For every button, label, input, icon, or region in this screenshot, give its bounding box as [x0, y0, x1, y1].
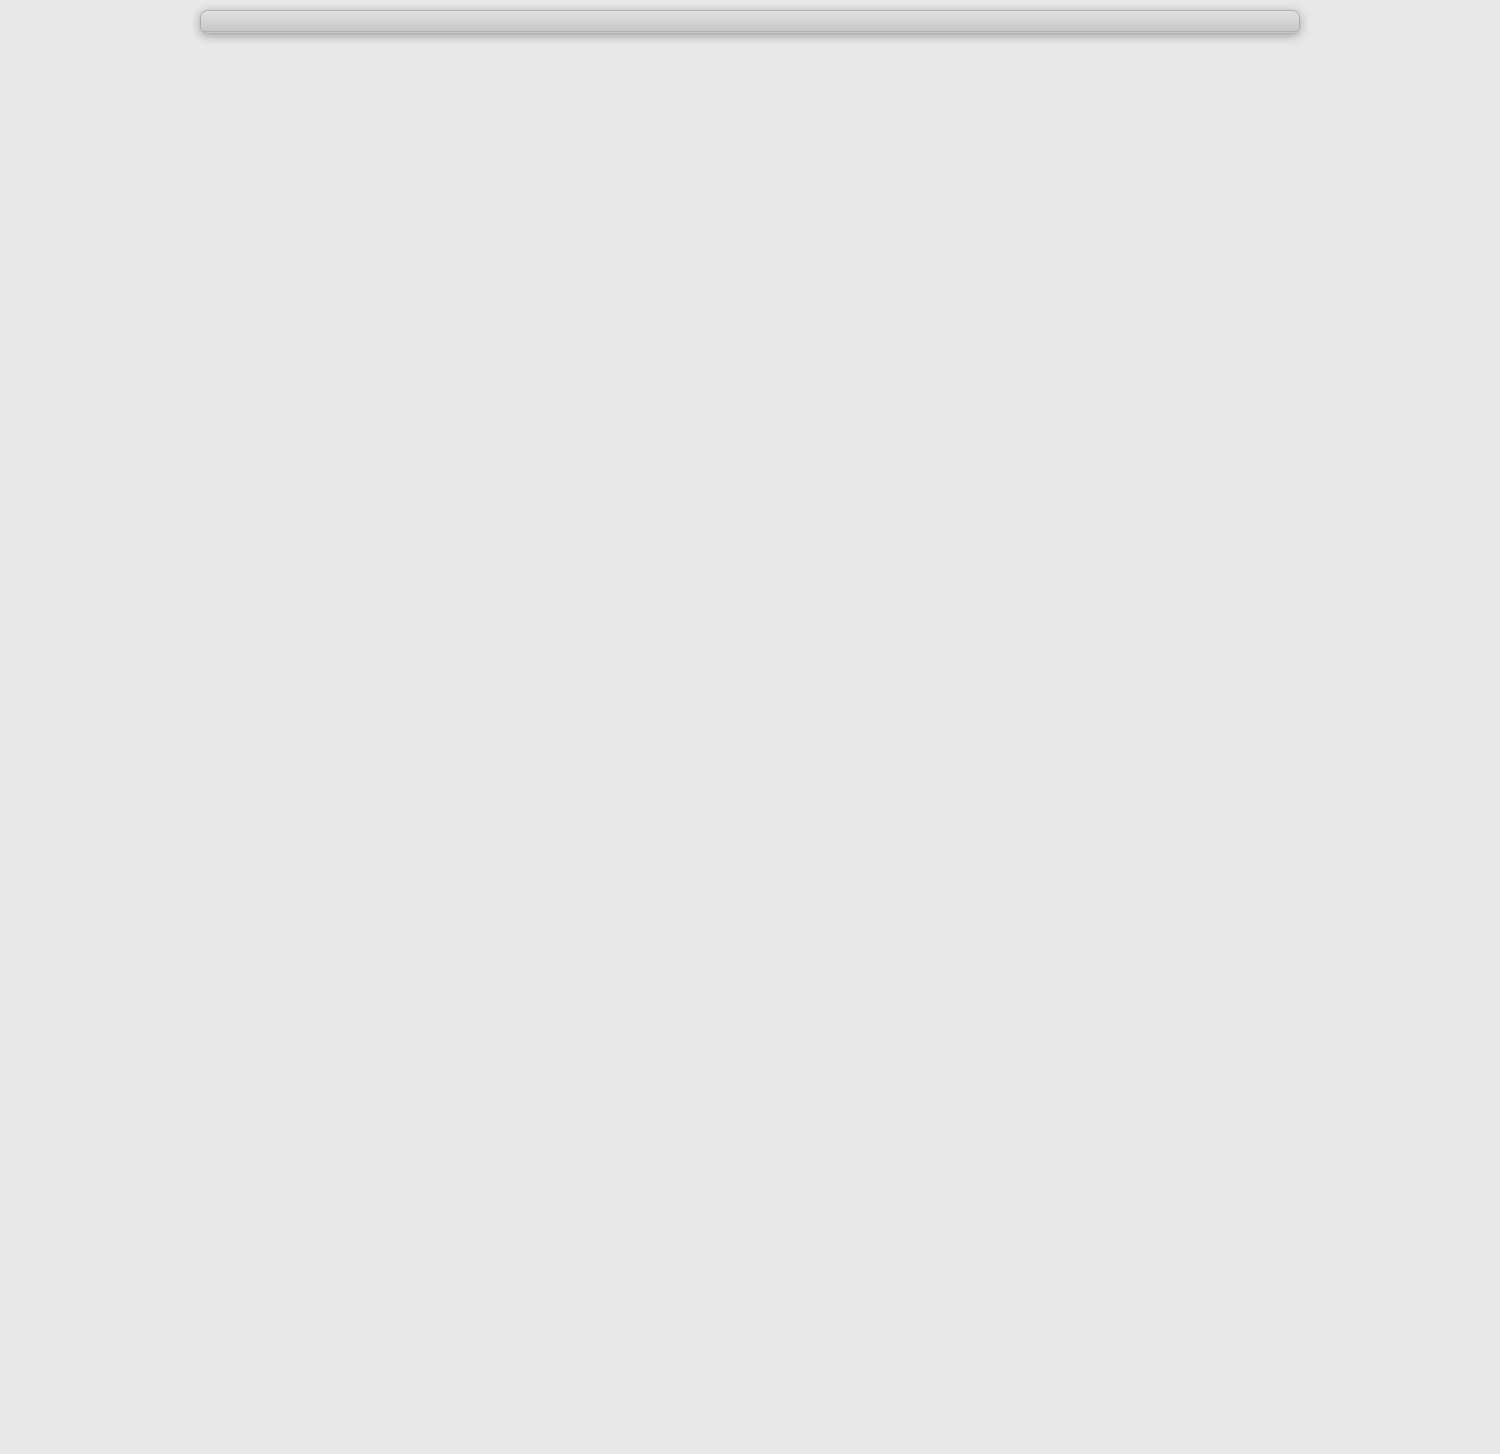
categories-grid — [201, 32, 1299, 33]
title-bar — [201, 11, 1299, 32]
app-window — [200, 10, 1300, 34]
